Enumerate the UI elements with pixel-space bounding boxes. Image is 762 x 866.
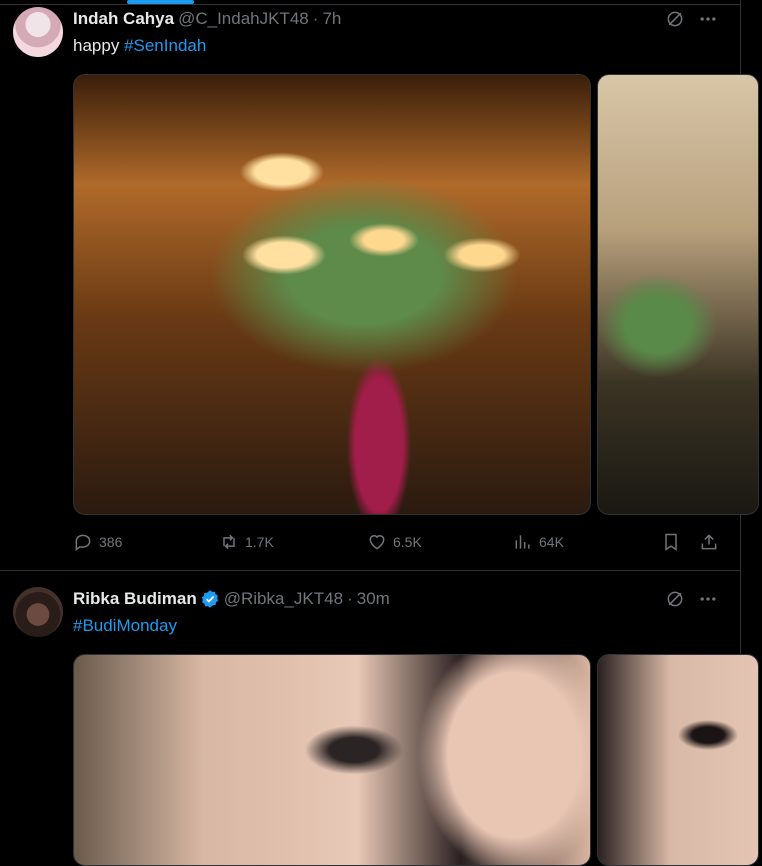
author-handle[interactable]: @C_IndahJKT48 [178,9,309,29]
bookmark-button[interactable] [661,528,681,556]
reply-icon [75,534,91,551]
tweet-text-body: happy [73,36,120,55]
heart-icon [369,535,385,550]
author-handle[interactable]: @Ribka_JKT48 [224,589,343,609]
reply-count: 386 [99,534,123,550]
tweet-header: Indah Cahya @C_IndahJKT48 · 7h [73,8,341,30]
separator-dot: · [312,9,319,28]
timestamp[interactable]: 30m [357,589,390,609]
views-count: 64K [539,534,564,550]
tweet-header: Ribka Budiman @Ribka_JKT48 · 30m [73,588,390,610]
like-count: 6.5K [393,534,422,550]
tweet-photo[interactable] [597,74,759,515]
tweet-photo[interactable] [73,74,591,515]
like-button[interactable]: 6.5K [367,528,422,556]
more-icon[interactable] [696,587,720,611]
tweet-photo[interactable] [597,654,759,866]
grok-icon[interactable] [663,587,687,611]
views-button[interactable]: 64K [513,528,564,556]
hashtag-link[interactable]: #BudiMonday [73,616,177,635]
author-name[interactable]: Ribka Budiman [73,589,197,609]
grok-icon[interactable] [663,7,687,31]
bookmark-icon [665,533,677,551]
tweet-text: #BudiMonday [73,616,177,636]
share-icon [701,534,717,550]
repost-icon [223,534,235,550]
tweet-photo[interactable] [73,654,591,866]
reply-button[interactable]: 386 [73,528,122,556]
verified-badge-icon [200,589,220,609]
avatar[interactable] [13,7,63,57]
action-bar: 386 1.7K 6.5K 64K [73,528,733,556]
more-icon[interactable] [696,7,720,31]
repost-button[interactable]: 1.7K [219,528,274,556]
timestamp[interactable]: 7h [322,9,341,29]
share-button[interactable] [699,528,719,556]
separator-dot: · [347,589,353,608]
author-name[interactable]: Indah Cahya [73,9,174,29]
avatar[interactable] [13,587,63,637]
analytics-icon [515,535,530,549]
hashtag-link[interactable]: #SenIndah [124,36,206,55]
tweet[interactable]: Indah Cahya @C_IndahJKT48 · 7h happy #Se… [0,0,759,570]
tweet-text: happy #SenIndah [73,36,206,56]
repost-count: 1.7K [245,534,274,550]
